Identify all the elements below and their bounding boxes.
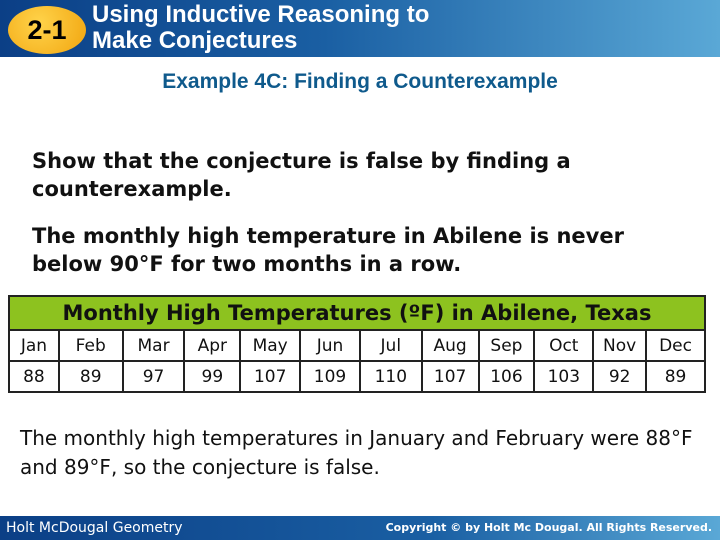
temp-cell: 92 (592, 360, 648, 393)
temp-cell: 106 (477, 360, 536, 393)
instruction-text: Show that the conjecture is false by fin… (32, 149, 571, 201)
temp-cell: 107 (239, 360, 302, 393)
month-cell: Sep (477, 329, 536, 362)
month-cell: May (239, 329, 302, 362)
footer-copyright: Copyright © by Holt Mc Dougal. All Right… (385, 521, 712, 534)
month-cell: Jul (358, 329, 423, 362)
temperature-table: Monthly High Temperatures (ºF) in Abilen… (8, 295, 706, 393)
temp-cell: 99 (183, 360, 242, 393)
month-cell: Jan (8, 329, 60, 362)
table-title: Monthly High Temperatures (ºF) in Abilen… (8, 295, 706, 331)
header-banner: 2-1 Using Inductive Reasoning to Make Co… (0, 0, 720, 57)
month-cell: Aug (420, 329, 480, 362)
temp-cell: 103 (533, 360, 595, 393)
title-line-1: Using Inductive Reasoning to (92, 1, 430, 28)
lesson-badge: 2-1 (8, 6, 86, 54)
temps-row: 88 89 97 99 107 109 110 107 106 103 92 89 (8, 360, 706, 393)
conclusion-text: The monthly high temperatures in January… (20, 426, 693, 479)
month-cell: Oct (533, 329, 595, 362)
month-cell: Nov (592, 329, 648, 362)
months-row: Jan Feb Mar Apr May Jun Jul Aug Sep Oct Nov Dec (8, 329, 706, 362)
lesson-title: Using Inductive Reasoning to Make Conjec… (92, 2, 429, 54)
footer: Holt McDougal Geometry Copyright © by Ho… (0, 516, 720, 540)
temp-cell: 97 (121, 360, 186, 393)
temp-cell: 110 (358, 360, 423, 393)
temp-cell: 88 (8, 360, 60, 393)
temp-cell: 107 (420, 360, 480, 393)
month-cell: Feb (57, 329, 124, 362)
example-title: Example 4C: Finding a Counterexample (162, 70, 558, 93)
footer-publisher: Holt McDougal Geometry (6, 520, 183, 536)
temp-cell: 89 (645, 360, 706, 393)
month-cell: Mar (121, 329, 186, 362)
month-cell: Dec (645, 329, 706, 362)
month-cell: Apr (183, 329, 242, 362)
temp-cell: 109 (299, 360, 361, 393)
temp-cell: 89 (57, 360, 124, 393)
month-cell: Jun (299, 329, 361, 362)
title-line-2: Make Conjectures (92, 27, 298, 54)
conjecture-text: The monthly high temperature in Abilene … (32, 224, 624, 276)
